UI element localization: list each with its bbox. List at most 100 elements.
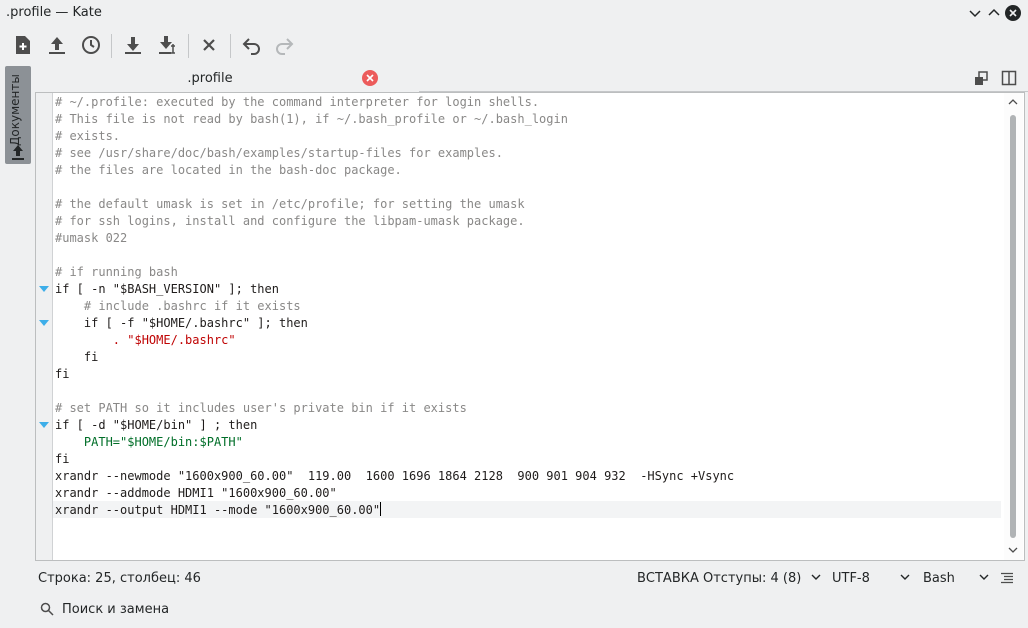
search-icon [40,602,54,616]
title-bar: .profile — Kate [0,0,1028,26]
code-line-text: # see /usr/share/doc/bash/examples/start… [55,146,503,160]
cursor-position[interactable]: Строка: 25, столбец: 46 [38,571,201,586]
code-line-text: fi [55,350,99,364]
tab-bar: .profile [35,66,1028,94]
code-line[interactable]: xrandr --output HDMI1 --mode "1600x900_6… [55,502,734,519]
redo-button[interactable] [271,32,297,58]
code-line[interactable]: #umask 022 [55,230,734,247]
code-line[interactable]: # see /usr/share/doc/bash/examples/start… [55,145,734,162]
upload-icon [12,145,24,160]
tab-profile[interactable]: .profile [37,66,383,94]
new-document-icon [16,36,30,54]
status-bar: Строка: 25, столбец: 46 ВСТАВКА Отступы:… [0,565,1028,591]
scroll-up-icon[interactable] [1008,98,1018,106]
code-line[interactable]: fi [55,451,734,468]
encoding-selector[interactable]: UTF-8 [832,571,910,586]
toolbar [0,26,1028,64]
code-line[interactable] [55,179,734,196]
fold-marker-icon[interactable] [39,320,49,326]
code-line[interactable]: if [ -n "$BASH_VERSION" ]; then [55,281,734,298]
code-area[interactable]: # ~/.profile: executed by the command in… [55,94,734,519]
documents-sidebar-tab[interactable]: Документы [5,66,31,164]
text-cursor [380,502,382,516]
code-line[interactable]: if [ -d "$HOME/bin" ] ; then [55,417,734,434]
documents-label: Документы [8,74,22,146]
search-replace-toggle[interactable]: Поиск и замена [0,596,1028,622]
code-line-text: if [ -f "$HOME/.bashrc" ]; then [55,316,308,330]
code-line[interactable]: xrandr --addmode HDMI1 "1600x900_60.00" [55,485,734,502]
code-line[interactable]: # the default umask is set in /etc/profi… [55,196,734,213]
code-line[interactable]: PATH="$HOME/bin:$PATH" [55,434,734,451]
chevron-down-icon [900,574,910,580]
code-line[interactable]: fi [55,366,734,383]
vertical-scrollbar[interactable] [1004,93,1023,560]
encoding-label: UTF-8 [832,571,870,586]
code-line[interactable]: # exists. [55,128,734,145]
toolbar-separator [188,34,189,58]
code-line[interactable]: # This file is not read by bash(1), if ~… [55,111,734,128]
gutter-border [52,93,53,560]
close-document-button[interactable] [196,32,222,58]
code-line-text: xrandr --addmode HDMI1 "1600x900_60.00" [55,486,337,500]
scroll-down-icon[interactable] [1008,546,1018,554]
code-line-text: #umask 022 [55,231,128,245]
code-line-text: # ~/.profile: executed by the command in… [55,95,540,109]
recent-button[interactable] [78,32,104,58]
split-view-icon[interactable] [1001,70,1017,86]
chevron-down-icon [979,574,989,580]
code-line-text: if [ -d "$HOME/bin" ] ; then [55,418,258,432]
window-title: .profile — Kate [6,5,102,20]
undo-icon [242,38,260,55]
code-line[interactable]: . "$HOME/.bashrc" [55,332,734,349]
code-line[interactable] [55,383,734,400]
indent-label: Отступы: 4 (8) [703,571,802,586]
editor-view[interactable]: # ~/.profile: executed by the command in… [35,92,1025,561]
toolbar-separator [230,34,231,58]
save-as-icon [159,36,175,54]
syntax-selector[interactable]: Bash [923,571,989,586]
code-line-text: if [ -n "$BASH_VERSION" ]; then [55,282,279,296]
code-line[interactable]: if [ -f "$HOME/.bashrc" ]; then [55,315,734,332]
redo-icon [276,38,294,55]
code-line[interactable]: # ~/.profile: executed by the command in… [55,94,734,111]
code-line[interactable]: # include .bashrc if it exists [55,298,734,315]
toolbar-separator [111,34,112,58]
indent-setting[interactable]: Отступы: 4 (8) [703,571,821,586]
open-button[interactable] [44,32,70,58]
save-button[interactable] [120,32,146,58]
fold-gutter[interactable] [36,93,52,560]
code-line-text: # include .bashrc if it exists [55,299,301,313]
code-line[interactable]: # if running bash [55,264,734,281]
code-line-text: fi [55,367,70,381]
undo-button[interactable] [239,32,265,58]
code-line-text: # for ssh logins, install and configure … [55,214,525,228]
close-window-icon[interactable] [1004,4,1022,22]
code-line[interactable] [55,247,734,264]
save-as-button[interactable] [155,32,181,58]
fold-marker-icon[interactable] [39,422,49,428]
code-line[interactable]: xrandr --newmode "1600x900_60.00" 119.00… [55,468,734,485]
menu-lines-icon[interactable] [1000,572,1014,584]
input-mode[interactable]: ВСТАВКА [637,571,699,586]
code-line-text: # if running bash [55,265,178,279]
code-line-text: PATH="$HOME/bin:$PATH" [55,435,243,449]
tab-close-icon[interactable] [362,70,378,86]
scrollbar-thumb[interactable] [1010,115,1016,538]
maximize-icon[interactable] [985,4,1003,22]
code-line[interactable]: # for ssh logins, install and configure … [55,213,734,230]
clock-icon [82,36,100,54]
code-line[interactable]: # the files are located in the bash-doc … [55,162,734,179]
quick-open-icon[interactable] [973,70,989,86]
fold-marker-icon[interactable] [39,286,49,292]
minimize-icon[interactable] [966,4,984,22]
new-document-button[interactable] [10,32,36,58]
code-line[interactable]: fi [55,349,734,366]
code-line-text: xrandr --output HDMI1 --mode "1600x900_6… [55,503,381,517]
code-line-text: # set PATH so it includes user's private… [55,401,467,415]
syntax-label: Bash [923,571,955,586]
chevron-down-icon [811,574,821,580]
code-line[interactable]: # set PATH so it includes user's private… [55,400,734,417]
code-line-text: . "$HOME/.bashrc" [55,333,236,347]
code-line-text: xrandr --newmode "1600x900_60.00" 119.00… [55,469,735,483]
code-line-text: fi [55,452,70,466]
